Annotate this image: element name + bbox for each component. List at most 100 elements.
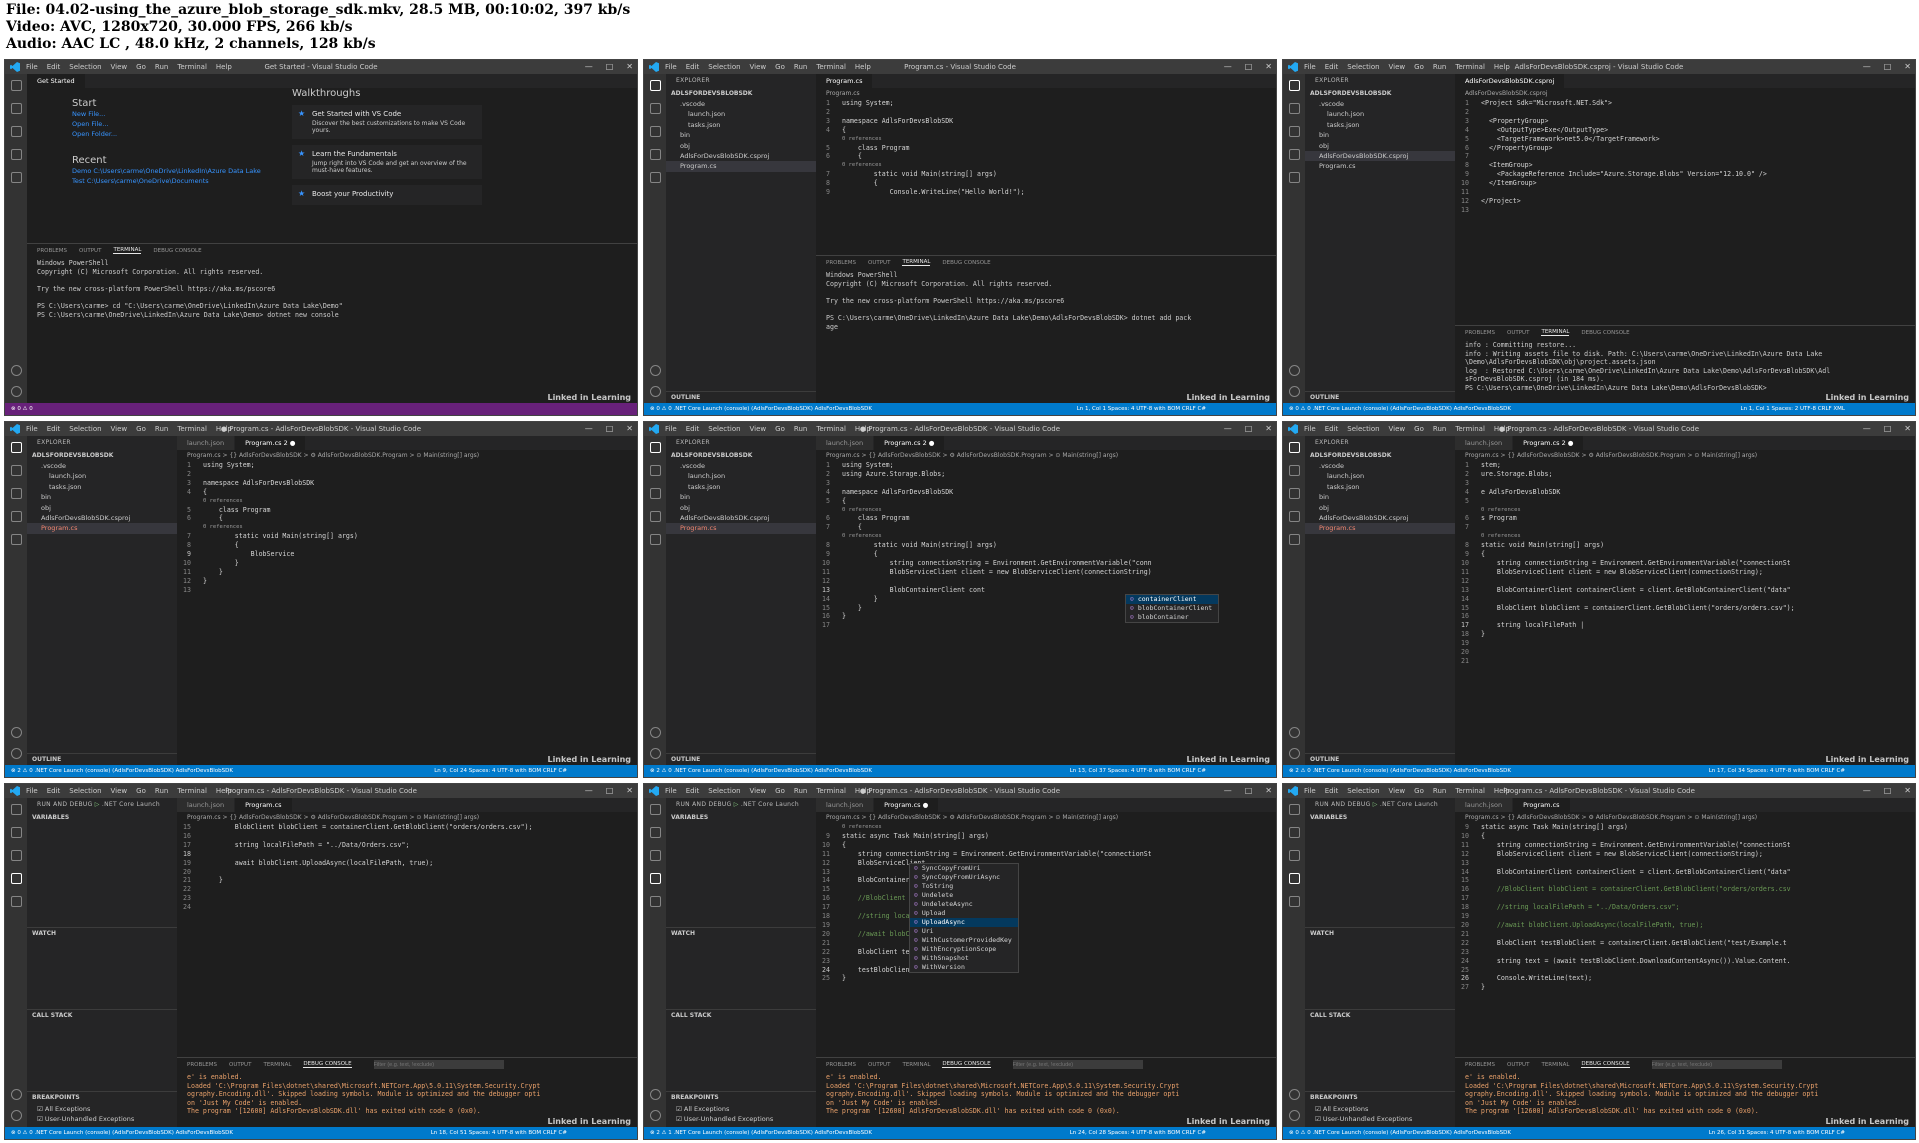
minimize-icon[interactable]: — bbox=[585, 60, 593, 74]
extensions-icon[interactable] bbox=[10, 534, 22, 545]
menu-help[interactable]: Help bbox=[1494, 425, 1510, 433]
menu-run[interactable]: Run bbox=[794, 787, 807, 795]
source-control-icon[interactable] bbox=[649, 126, 661, 137]
maximize-icon[interactable]: □ bbox=[1884, 422, 1892, 436]
maximize-icon[interactable]: □ bbox=[606, 422, 614, 436]
workspace-folder[interactable]: ADLSFORDEVSBLOBSDK bbox=[1305, 88, 1455, 99]
menu-go[interactable]: Go bbox=[136, 787, 146, 795]
checkbox[interactable]: ☑ bbox=[37, 1115, 45, 1123]
file-tree-item[interactable]: obj bbox=[27, 503, 177, 513]
editor-tab[interactable]: Program.cs bbox=[235, 798, 293, 812]
editor-tab[interactable]: Program.cs ● bbox=[874, 798, 940, 812]
breadcrumb[interactable]: AdlsForDevsBlobSDK.csproj bbox=[1455, 88, 1915, 99]
file-tree-item[interactable]: AdlsForDevsBlobSDK.csproj bbox=[666, 151, 816, 161]
menu-terminal[interactable]: Terminal bbox=[816, 425, 846, 433]
files-icon[interactable] bbox=[649, 80, 661, 91]
status-left[interactable]: ⊗ 2 ⚠ 1 .NET Core Launch (console) (Adls… bbox=[650, 1130, 872, 1136]
search-icon[interactable] bbox=[1288, 103, 1300, 114]
menu-selection[interactable]: Selection bbox=[69, 425, 101, 433]
menu-file[interactable]: File bbox=[26, 787, 38, 795]
menu-help[interactable]: Help bbox=[855, 63, 871, 71]
panel-tab-debug-console[interactable]: DEBUG CONSOLE bbox=[303, 1061, 352, 1068]
editor-tab[interactable]: Program.cs 2 ● bbox=[874, 436, 946, 450]
status-left[interactable]: ⊗ 0 ⚠ 0 .NET Core Launch (console) (Adls… bbox=[650, 406, 872, 412]
start-debugging-icon[interactable]: ▷ bbox=[93, 801, 102, 808]
close-icon[interactable]: ✕ bbox=[1904, 784, 1911, 798]
breakpoint-option[interactable]: ☑ All Exceptions bbox=[27, 1104, 177, 1114]
file-tree-item[interactable]: tasks.json bbox=[27, 482, 177, 492]
extensions-icon[interactable] bbox=[1288, 172, 1300, 183]
close-icon[interactable]: ✕ bbox=[1904, 60, 1911, 74]
file-tree-item[interactable]: .vscode bbox=[27, 461, 177, 471]
status-left[interactable]: ⊗ 0 ⚠ 0 .NET Core Launch (console) (Adls… bbox=[1289, 406, 1511, 412]
menu-run[interactable]: Run bbox=[794, 63, 807, 71]
suggestion-item[interactable]: ⊙ WithCustomerProvidedKey bbox=[910, 936, 1018, 945]
checkbox[interactable]: ☑ bbox=[37, 1105, 45, 1113]
extensions-icon[interactable] bbox=[1288, 896, 1300, 907]
extensions-icon[interactable] bbox=[649, 534, 661, 545]
menu-file[interactable]: File bbox=[1304, 63, 1316, 71]
file-tree-item[interactable]: .vscode bbox=[666, 99, 816, 109]
suggestion-item[interactable]: ⊙ UploadAsync bbox=[910, 918, 1018, 927]
panel-tab-output[interactable]: OUTPUT bbox=[1507, 1062, 1529, 1068]
menu-help[interactable]: Help bbox=[216, 63, 232, 71]
menu-edit[interactable]: Edit bbox=[686, 63, 700, 71]
menu-go[interactable]: Go bbox=[136, 425, 146, 433]
gear-icon[interactable] bbox=[649, 386, 661, 397]
files-icon[interactable] bbox=[1288, 804, 1300, 815]
file-tree-item[interactable]: Program.cs bbox=[1305, 523, 1455, 534]
panel-tab-terminal[interactable]: TERMINAL bbox=[1541, 329, 1570, 336]
search-icon[interactable] bbox=[10, 827, 22, 838]
status-left[interactable]: ⊗ 2 ⚠ 0 .NET Core Launch (console) (Adls… bbox=[1289, 768, 1511, 774]
file-tree-item[interactable]: Program.cs bbox=[666, 523, 816, 534]
run-debug-icon[interactable] bbox=[649, 149, 661, 160]
menu-help[interactable]: Help bbox=[855, 787, 871, 795]
file-tree-item[interactable]: AdlsForDevsBlobSDK.csproj bbox=[1305, 151, 1455, 162]
source-control-icon[interactable] bbox=[10, 488, 22, 499]
menu-terminal[interactable]: Terminal bbox=[177, 63, 207, 71]
editor-tab[interactable]: launch.json bbox=[1455, 798, 1514, 812]
file-tree-item[interactable]: bin bbox=[27, 492, 177, 502]
menu-edit[interactable]: Edit bbox=[1325, 787, 1339, 795]
checkbox[interactable]: ☑ bbox=[676, 1105, 684, 1113]
file-tree-item[interactable]: tasks.json bbox=[1305, 120, 1455, 130]
walkthrough-card[interactable]: ★ Boost your Productivity bbox=[292, 185, 482, 205]
file-tree-item[interactable]: launch.json bbox=[1305, 471, 1455, 481]
menu-run[interactable]: Run bbox=[155, 425, 168, 433]
debug-config-select[interactable]: .NET Core Launch bbox=[102, 801, 160, 808]
suggestion-item[interactable]: ⊙ Upload bbox=[910, 909, 1018, 918]
menu-selection[interactable]: Selection bbox=[1347, 787, 1379, 795]
run-debug-icon[interactable] bbox=[1288, 873, 1300, 884]
minimize-icon[interactable]: — bbox=[585, 422, 593, 436]
gear-icon[interactable] bbox=[649, 1110, 661, 1121]
menu-selection[interactable]: Selection bbox=[708, 425, 740, 433]
maximize-icon[interactable]: □ bbox=[606, 784, 614, 798]
menu-view[interactable]: View bbox=[750, 425, 767, 433]
extensions-icon[interactable] bbox=[1288, 534, 1300, 545]
run-debug-icon[interactable] bbox=[649, 511, 661, 522]
status-right[interactable]: Ln 9, Col 24 Spaces: 4 UTF-8 with BOM CR… bbox=[434, 765, 567, 777]
menu-help[interactable]: Help bbox=[216, 787, 232, 795]
file-tree-item[interactable]: tasks.json bbox=[666, 482, 816, 492]
file-tree-item[interactable]: AdlsForDevsBlobSDK.csproj bbox=[27, 513, 177, 523]
menu-selection[interactable]: Selection bbox=[69, 63, 101, 71]
close-icon[interactable]: ✕ bbox=[626, 784, 633, 798]
search-icon[interactable] bbox=[649, 827, 661, 838]
menu-file[interactable]: File bbox=[665, 425, 677, 433]
editor-tab[interactable]: Program.cs bbox=[1513, 798, 1571, 812]
extensions-icon[interactable] bbox=[10, 896, 22, 907]
editor-area[interactable]: launch.json Program.cs 2 ● Program.cs > {}… bbox=[177, 436, 637, 765]
close-icon[interactable]: ✕ bbox=[1265, 422, 1272, 436]
account-icon[interactable] bbox=[1288, 365, 1300, 376]
extensions-icon[interactable] bbox=[649, 896, 661, 907]
breadcrumb[interactable]: Program.cs > {} AdlsForDevsBlobSDK > ⚙ A… bbox=[177, 450, 637, 461]
menu-help[interactable]: Help bbox=[1494, 63, 1510, 71]
panel-tab-problems[interactable]: PROBLEMS bbox=[37, 248, 67, 254]
panel-tab-terminal[interactable]: TERMINAL bbox=[113, 247, 142, 254]
panel-tab-output[interactable]: OUTPUT bbox=[868, 260, 890, 266]
menu-terminal[interactable]: Terminal bbox=[1455, 787, 1485, 795]
debug-section-breakpoints[interactable]: BREAKPOINTS bbox=[666, 1091, 816, 1104]
file-tree-item[interactable]: launch.json bbox=[27, 471, 177, 481]
outline-section[interactable]: OUTLINE bbox=[666, 391, 816, 403]
menu-view[interactable]: View bbox=[1389, 425, 1406, 433]
